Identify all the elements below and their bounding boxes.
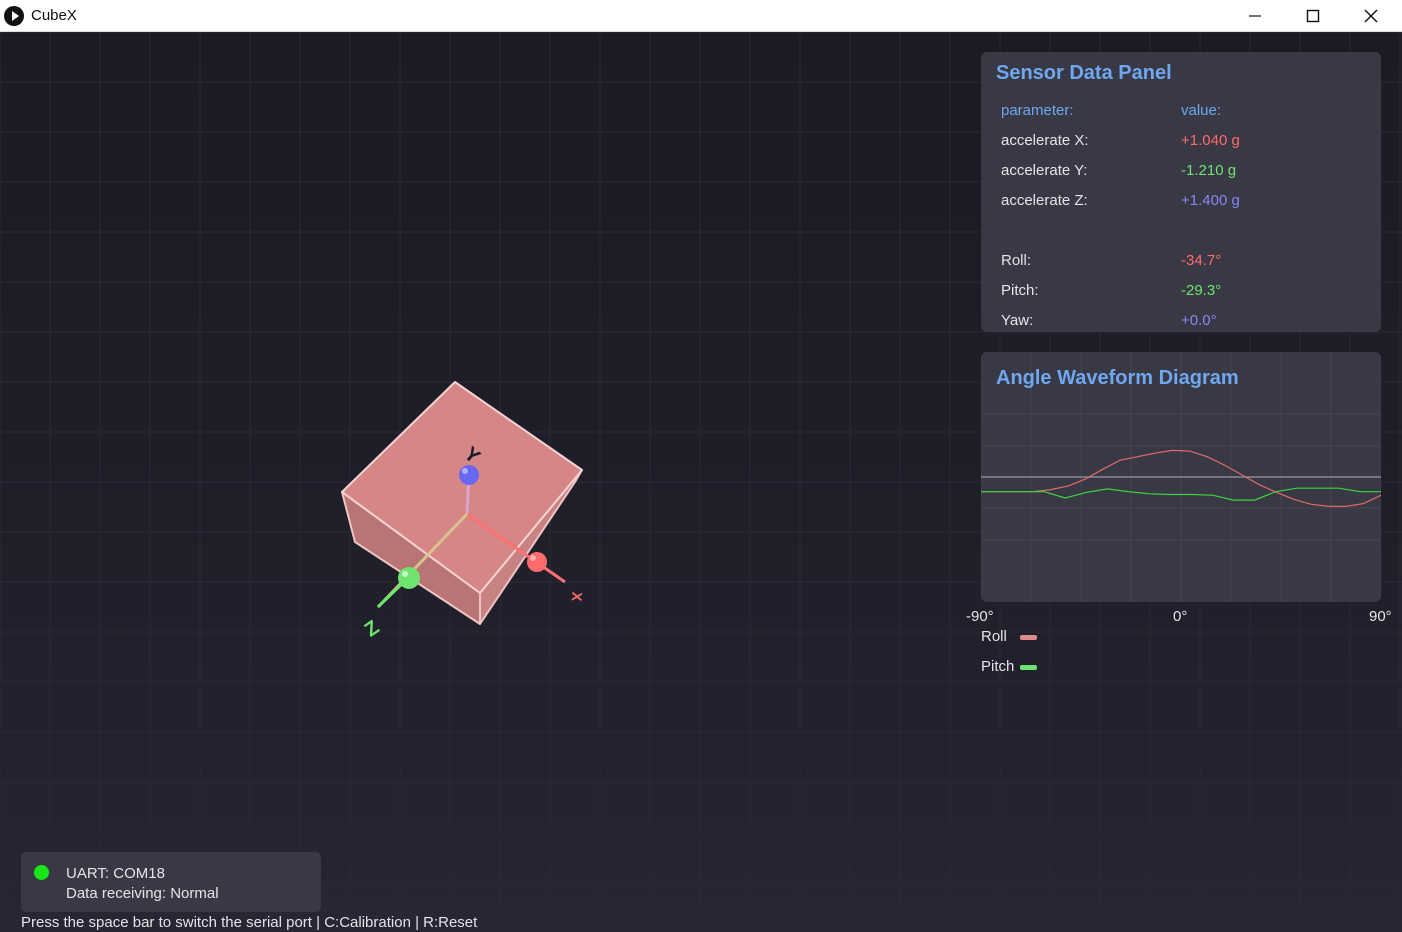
sensor-header-row: parameter: value: [1001, 102, 1371, 122]
legend-pitch-label: Pitch [981, 658, 1015, 675]
roll-label: Roll: [1001, 252, 1032, 269]
value-header: value: [1181, 102, 1222, 119]
waveform-title: Angle Waveform Diagram [996, 367, 1239, 389]
accel-z-row: accelerate Z: +1.400 g [1001, 192, 1371, 212]
accel-y-row: accelerate Y: -1.210 g [1001, 162, 1371, 182]
data-receiving-label: Data receiving: Normal [66, 885, 219, 902]
y-axis-tip [459, 465, 479, 485]
app-window: CubeX Y X Z Sensor Data Panel parameter:… [0, 0, 1402, 932]
legend-pitch: Pitch [981, 658, 1037, 675]
sensor-data-panel: Sensor Data Panel parameter: value: acce… [981, 52, 1381, 332]
accel-x-value: +1.040 g [1181, 132, 1240, 149]
uart-port-label: UART: COM18 [66, 865, 165, 882]
minimize-icon [1249, 15, 1261, 17]
scene-viewport[interactable]: Y X Z Sensor Data Panel parameter: value… [0, 32, 1402, 932]
yaw-label: Yaw: [1001, 312, 1034, 329]
accel-x-label: accelerate X: [1001, 132, 1089, 149]
maximize-button[interactable] [1284, 0, 1342, 32]
tick-label-mid: 0° [1173, 608, 1188, 625]
z-axis-tip [398, 567, 420, 589]
pitch-value: -29.3° [1181, 282, 1222, 299]
minimize-button[interactable] [1226, 0, 1284, 32]
accel-x-row: accelerate X: +1.040 g [1001, 132, 1371, 152]
y-axis-tip-shine [462, 468, 468, 474]
pitch-label: Pitch: [1001, 282, 1039, 299]
legend-roll-label: Roll [981, 628, 1007, 645]
x-axis-tip [527, 552, 547, 572]
close-button[interactable] [1342, 0, 1400, 32]
accel-y-value: -1.210 g [1181, 162, 1237, 179]
cube-3d[interactable]: Y X Z [330, 342, 610, 642]
parameter-header: parameter: [1001, 102, 1074, 119]
angle-waveform-panel: Angle Waveform Diagram [981, 352, 1381, 602]
z-axis-tip-shine [402, 571, 408, 577]
tick-label-right: 90° [1369, 608, 1392, 625]
roll-value: -34.7° [1181, 252, 1222, 269]
accel-z-value: +1.400 g [1181, 192, 1240, 209]
legend-pitch-swatch [1020, 665, 1037, 670]
legend-roll-swatch [1020, 635, 1037, 640]
close-icon [1364, 9, 1378, 23]
pitch-row: Pitch: -29.3° [1001, 282, 1371, 302]
connection-status-dot-icon [34, 865, 49, 880]
accel-z-label: accelerate Z: [1001, 192, 1088, 209]
yaw-value: +0.0° [1181, 312, 1217, 329]
window-title: CubeX [31, 7, 77, 24]
yaw-row: Yaw: +0.0° [1001, 312, 1371, 332]
x-axis-label: X [569, 591, 586, 602]
title-bar: CubeX [0, 0, 1402, 32]
legend-roll: Roll [981, 628, 1037, 645]
tick-label-left: -90° [966, 608, 994, 625]
roll-row: Roll: -34.7° [1001, 252, 1371, 272]
accel-y-label: accelerate Y: [1001, 162, 1088, 179]
connection-status-panel: UART: COM18 Data receiving: Normal [21, 852, 321, 912]
z-axis-label: Z [361, 616, 384, 641]
keyboard-hint: Press the space bar to switch the serial… [21, 914, 478, 931]
maximize-icon [1306, 9, 1320, 23]
app-logo-icon [4, 6, 24, 26]
x-axis-tip-shine [530, 555, 536, 561]
sensor-panel-title: Sensor Data Panel [996, 62, 1172, 84]
